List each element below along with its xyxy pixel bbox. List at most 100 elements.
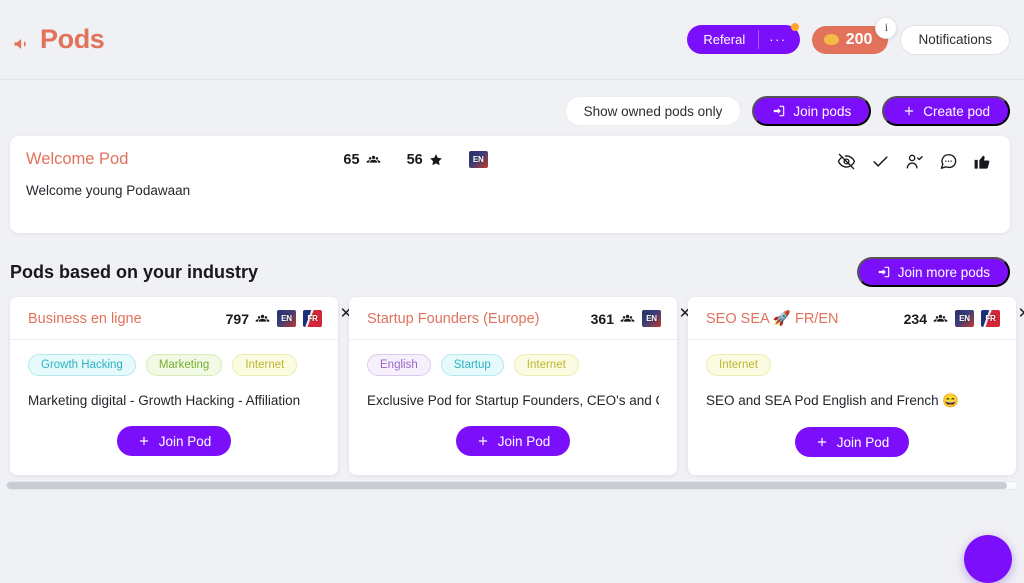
members-icon: [255, 311, 270, 326]
pod-card[interactable]: SEO SEA 🚀 FR/EN234ENFR✕InternetSEO and S…: [688, 297, 1016, 475]
welcome-pod-description: Welcome young Podawaan: [26, 183, 992, 198]
pod-tags: Growth Hacking Marketing Internet: [28, 354, 320, 376]
pod-cards-row: Business en ligne 797 EN FR ✕ Growth Hacking M…: [0, 297, 1024, 475]
help-fab-button[interactable]: [964, 535, 1012, 583]
megaphone-icon: [12, 30, 32, 50]
pod-tag[interactable]: Growth Hacking: [28, 354, 136, 376]
pod-description: Exclusive Pod for Startup Founders, CEO'…: [367, 393, 659, 408]
referal-label[interactable]: Referal: [687, 25, 758, 54]
join-pod-button[interactable]: Join Pod: [117, 426, 232, 456]
pod-tags: Internet: [706, 354, 998, 376]
language-flag-fr: FR: [981, 310, 1000, 327]
info-icon[interactable]: i: [875, 17, 897, 39]
pod-meta: 361 EN: [591, 310, 661, 327]
join-pods-button[interactable]: Join pods: [752, 96, 871, 126]
pod-members-count: 797: [226, 311, 249, 327]
join-pod-label: Join Pod: [159, 434, 212, 449]
header-actions: Referal ··· 200 i Notifications: [687, 25, 1010, 55]
pod-card[interactable]: Startup Founders (Europe)361EN✕EnglishSt…: [349, 297, 677, 475]
pod-tag[interactable]: English: [367, 354, 431, 376]
pod-tag[interactable]: Internet: [232, 354, 297, 376]
join-more-pods-button[interactable]: Join more pods: [857, 257, 1010, 287]
pod-tag[interactable]: Marketing: [146, 354, 223, 376]
join-pods-label: Join pods: [793, 104, 851, 119]
welcome-pod-members-count: 65: [343, 152, 359, 168]
pod-tag[interactable]: Internet: [514, 354, 579, 376]
welcome-pod-stars-count: 56: [407, 152, 423, 168]
pod-card-body: Growth Hacking Marketing Internet Marketing…: [10, 340, 338, 408]
horizontal-scrollbar[interactable]: [6, 481, 1018, 490]
pod-name: Business en ligne: [28, 311, 142, 327]
welcome-pod-card[interactable]: Welcome Pod 65 56 EN: [10, 136, 1010, 233]
coin-value: 200: [846, 31, 873, 49]
members-icon: [366, 152, 381, 167]
pod-members-count: 361: [591, 311, 614, 327]
thumbs-up-icon[interactable]: [973, 152, 992, 171]
pod-card-header: SEO SEA 🚀 FR/EN234ENFR✕: [688, 297, 1016, 340]
plus-icon: [902, 104, 916, 118]
comment-icon[interactable]: [939, 152, 958, 171]
show-owned-pods-button[interactable]: Show owned pods only: [565, 96, 742, 126]
language-flag-en: EN: [469, 151, 488, 168]
pod-card-header: Startup Founders (Europe)361EN✕: [349, 297, 677, 340]
plus-icon: [137, 434, 151, 448]
pod-join-row: Join Pod: [349, 408, 677, 474]
check-icon[interactable]: [871, 152, 890, 171]
notifications-button[interactable]: Notifications: [900, 25, 1010, 55]
join-pod-button[interactable]: Join Pod: [795, 427, 910, 457]
user-check-icon[interactable]: [905, 152, 924, 171]
join-pod-button[interactable]: Join Pod: [456, 426, 571, 456]
sign-in-icon: [772, 104, 786, 118]
pod-join-row: Join Pod: [10, 408, 338, 474]
pods-toolbar: Show owned pods only Join pods Create po…: [0, 80, 1024, 126]
industry-section-header: Pods based on your industry Join more po…: [10, 257, 1010, 287]
language-flag-en: EN: [642, 310, 661, 327]
pod-description: Marketing digital - Growth Hacking - Aff…: [28, 393, 320, 408]
scrollbar-thumb[interactable]: [7, 482, 1007, 489]
pod-card[interactable]: Business en ligne797ENFR✕Growth HackingM…: [10, 297, 338, 475]
referal-button[interactable]: Referal ···: [687, 25, 799, 54]
star-icon: [429, 153, 443, 167]
welcome-pod-members: 65: [343, 152, 380, 168]
pod-tags: English Startup Internet: [367, 354, 659, 376]
members-icon: [620, 311, 635, 326]
language-flag-en: EN: [277, 310, 296, 327]
section-title: Pods based on your industry: [10, 262, 258, 283]
join-more-pods-label: Join more pods: [898, 265, 990, 280]
notification-dot-icon: [791, 23, 799, 31]
pod-card-body: Internet SEO and SEA Pod English and Fren…: [688, 340, 1016, 409]
plus-icon: [815, 435, 829, 449]
welcome-pod-actions: [837, 152, 992, 171]
pod-description: SEO and SEA Pod English and French 😄: [706, 393, 998, 409]
join-pod-label: Join Pod: [837, 435, 890, 450]
pod-members: 797: [226, 311, 270, 327]
welcome-pod-stars: 56: [407, 152, 443, 168]
hide-icon[interactable]: [837, 152, 856, 171]
pod-tag[interactable]: Internet: [706, 354, 771, 376]
join-pod-label: Join Pod: [498, 434, 551, 449]
pod-card-body: English Startup Internet Exclusive Pod for …: [349, 340, 677, 408]
welcome-pod-title: Welcome Pod: [26, 150, 128, 169]
page-title: Pods: [12, 24, 104, 55]
pod-name: SEO SEA 🚀 FR/EN: [706, 310, 838, 327]
members-icon: [933, 311, 948, 326]
language-flag-en: EN: [955, 310, 974, 327]
pod-members-count: 234: [904, 311, 927, 327]
welcome-pod-stats: 65 56 EN: [343, 151, 487, 168]
close-pod-button[interactable]: ✕: [1016, 305, 1024, 321]
create-pod-button[interactable]: Create pod: [882, 96, 1010, 126]
pod-meta: 234 EN FR: [904, 310, 1000, 327]
pod-members: 361: [591, 311, 635, 327]
create-pod-label: Create pod: [923, 104, 990, 119]
coin-balance[interactable]: 200 i: [812, 26, 889, 54]
app-header: Pods Referal ··· 200 i Notifications: [0, 0, 1024, 80]
pod-join-row: Join Pod: [688, 409, 1016, 475]
sign-in-icon: [877, 265, 891, 279]
pod-name: Startup Founders (Europe): [367, 311, 539, 327]
coin-icon: [824, 34, 839, 45]
pod-members: 234: [904, 311, 948, 327]
plus-icon: [476, 434, 490, 448]
pod-meta: 797 EN FR: [226, 310, 322, 327]
pod-tag[interactable]: Startup: [441, 354, 504, 376]
language-flag-fr: FR: [303, 310, 322, 327]
